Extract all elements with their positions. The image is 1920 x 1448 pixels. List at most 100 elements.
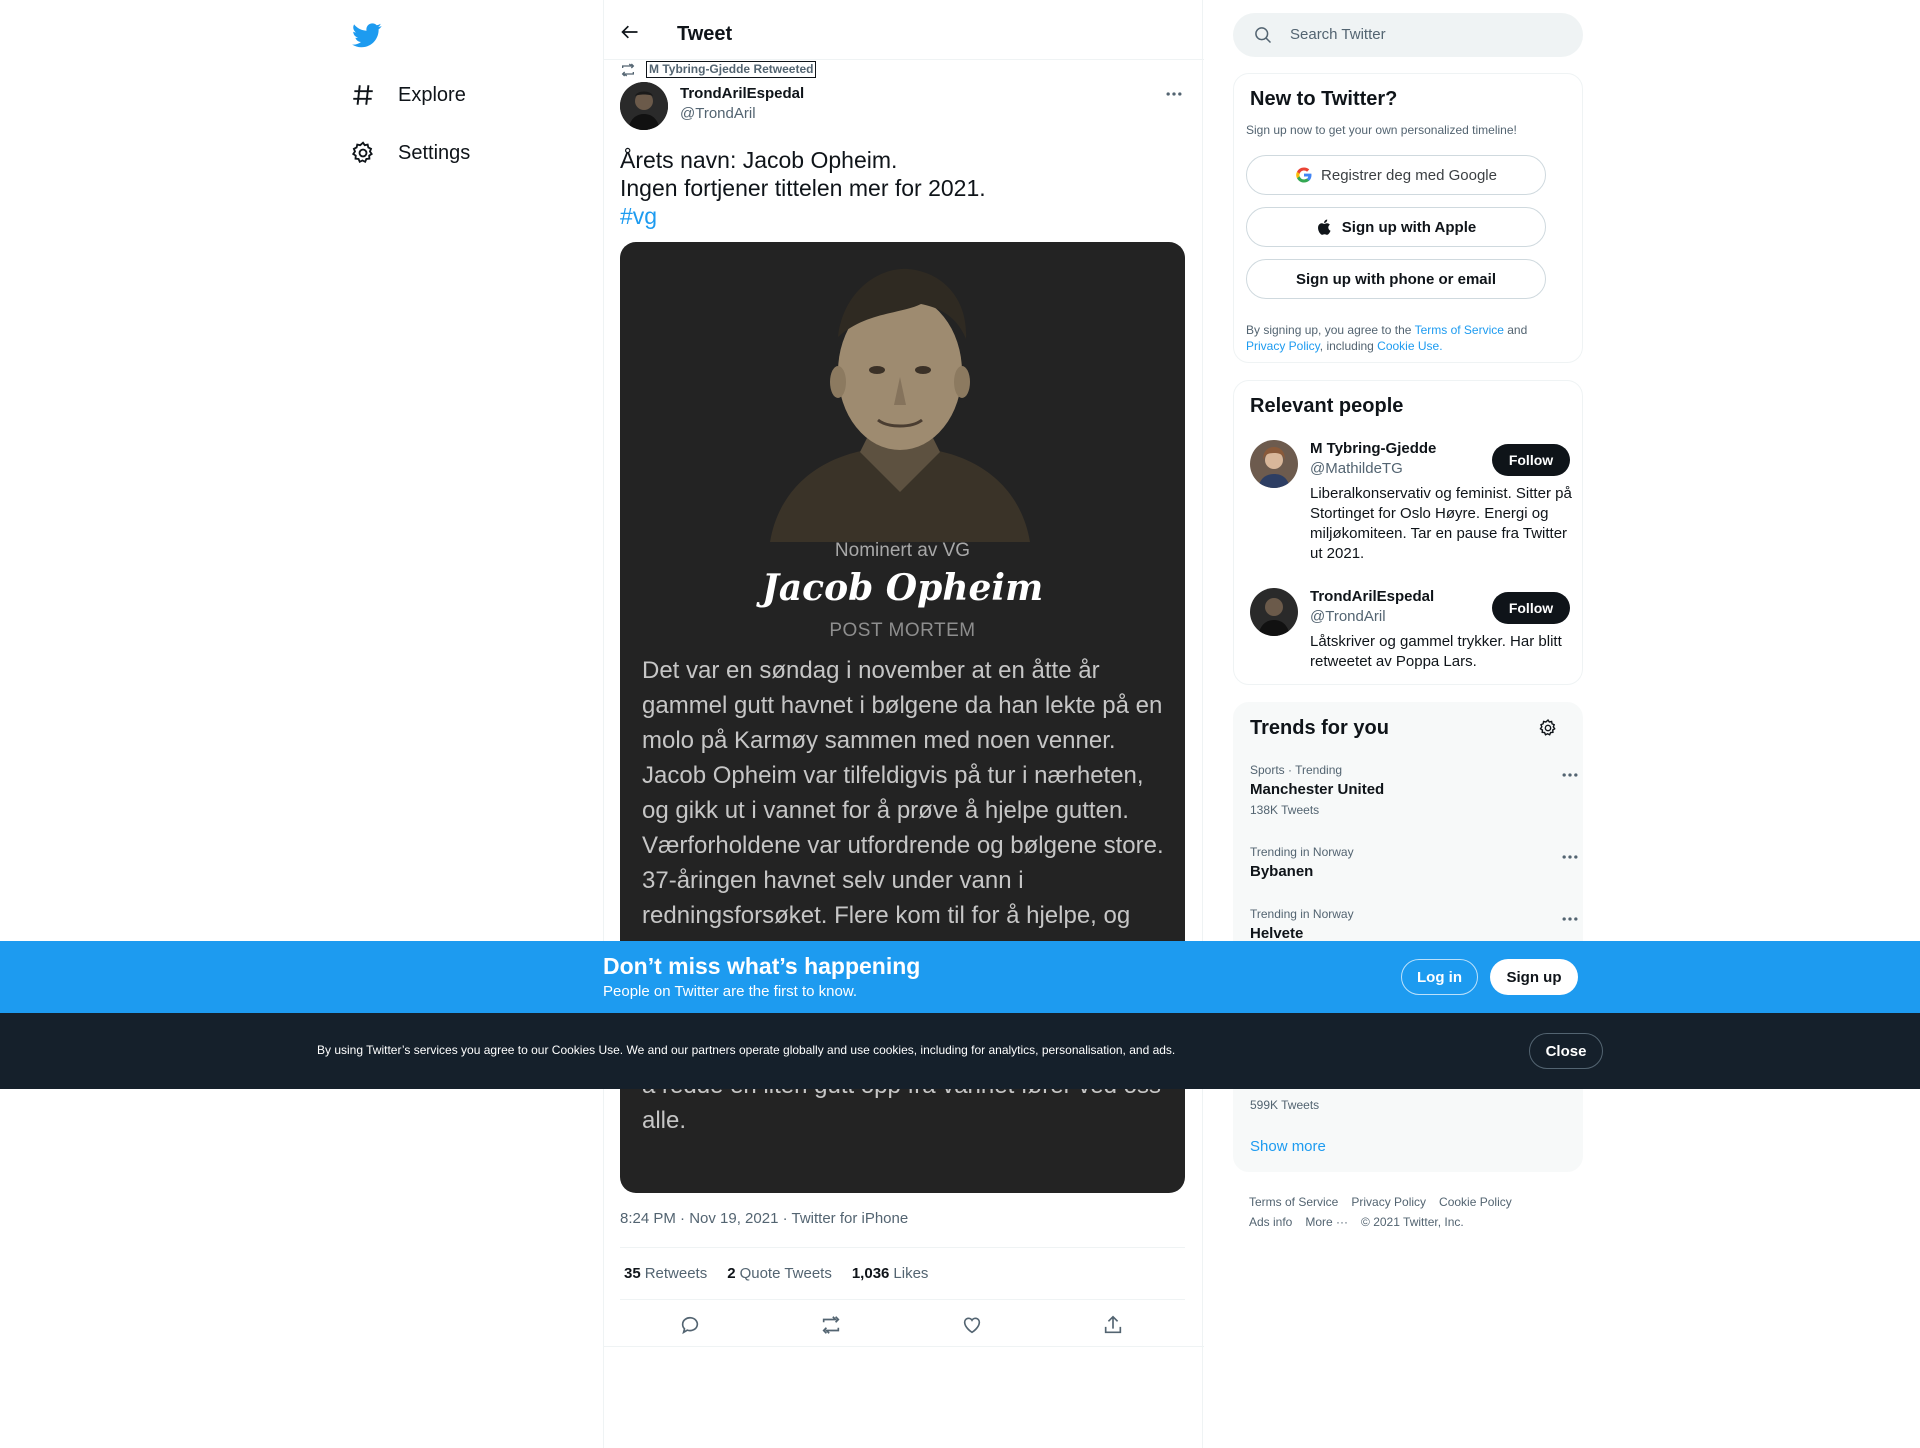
card-person-name: Jacob Opheim: [761, 567, 1044, 609]
tweet-stats: 35 Retweets 2 Quote Tweets 1,036 Likes: [624, 1265, 948, 1282]
retweets-stat[interactable]: 35 Retweets: [624, 1265, 707, 1282]
more-options-icon[interactable]: [1560, 909, 1580, 929]
phone-email-signup-button[interactable]: Sign up with phone or email: [1246, 259, 1546, 299]
search-bar[interactable]: Search Twitter: [1233, 13, 1583, 57]
google-icon: [1295, 166, 1313, 184]
tweet-text-line2: Ingen fortjener tittelen mer for 2021.: [620, 175, 986, 201]
google-signup-button[interactable]: Registrer deg med Google: [1246, 155, 1546, 195]
author-avatar[interactable]: [620, 82, 668, 130]
page-title: Tweet: [677, 23, 733, 45]
cookie-notice-text: By using Twitter’s services you agree to…: [317, 1043, 1176, 1057]
trend-context: Trending in Norway: [1250, 907, 1354, 921]
author-handle[interactable]: @TrondAril: [680, 105, 756, 122]
quotes-stat[interactable]: 2 Quote Tweets: [727, 1265, 832, 1282]
person-name[interactable]: M Tybring-Gjedde: [1310, 440, 1436, 457]
login-button[interactable]: Log in: [1401, 959, 1478, 995]
apple-signup-label: Sign up with Apple: [1341, 218, 1477, 236]
likes-count: 1,036: [851, 1265, 890, 1282]
privacy-policy-link[interactable]: Privacy Policy: [1246, 339, 1320, 353]
retweet-context[interactable]: M Tybring-Gjedde Retweeted: [620, 61, 817, 78]
signup-terms: By signing up, you agree to the Terms of…: [1246, 322, 1566, 354]
more-options-icon[interactable]: [1164, 84, 1184, 104]
person-avatar[interactable]: [1250, 588, 1298, 636]
cookie-close-button[interactable]: Close: [1529, 1033, 1603, 1069]
footer-tos-link[interactable]: Terms of Service: [1249, 1195, 1338, 1209]
relevant-people-title: Relevant people: [1250, 395, 1404, 417]
likes-stat[interactable]: 1,036 Likes: [852, 1265, 929, 1282]
trend-item[interactable]: 599K Tweets: [1250, 1093, 1570, 1112]
like-heart-icon[interactable]: [961, 1314, 983, 1336]
footer-copyright: © 2021 Twitter, Inc.: [1361, 1215, 1464, 1229]
more-options-icon[interactable]: [1560, 847, 1580, 867]
card-nominated-by: Nominert av VG: [834, 540, 971, 561]
apple-icon: [1316, 218, 1334, 236]
person-handle[interactable]: @MathildeTG: [1310, 460, 1403, 477]
cookie-use-link[interactable]: Cookie Use.: [1377, 339, 1442, 353]
person-name[interactable]: TrondArilEspedal: [1310, 588, 1434, 605]
retweeted-by-label[interactable]: M Tybring-Gjedde Retweeted: [646, 61, 817, 78]
tweet-text-line1: Årets navn: Jacob Opheim.: [620, 147, 898, 173]
apple-signup-button[interactable]: Sign up with Apple: [1246, 207, 1546, 247]
trend-item[interactable]: Trending in Norway Bybanen: [1250, 845, 1578, 880]
relevant-people-box: Relevant people M Tybring-Gjedde @Mathil…: [1233, 380, 1583, 685]
nav-settings-label: Settings: [398, 141, 471, 164]
phone-email-signup-label: Sign up with phone or email: [1295, 270, 1496, 288]
quotes-count: 2: [727, 1265, 736, 1282]
search-input[interactable]: Search Twitter: [1290, 26, 1386, 43]
trend-name: Helvete: [1250, 925, 1304, 942]
trend-item[interactable]: Sports · Trending Manchester United 138K…: [1250, 763, 1578, 817]
person-avatar[interactable]: [1250, 440, 1298, 488]
retweet-action-icon[interactable]: [820, 1314, 842, 1336]
hashtag-link[interactable]: #vg: [620, 202, 986, 230]
gear-icon: [350, 140, 376, 166]
person-handle[interactable]: @TrondAril: [1310, 608, 1386, 625]
new-to-twitter-subtitle: Sign up now to get your own personalized…: [1246, 123, 1517, 137]
tweet-header: Tweet: [604, 0, 1204, 60]
terms-and: and: [1503, 323, 1528, 337]
twitter-bird-logo-icon[interactable]: [352, 20, 382, 50]
signup-banner: Don’t miss what’s happening People on Tw…: [0, 941, 1920, 1013]
trend-count: 138K Tweets: [1250, 803, 1320, 817]
nav-explore-label: Explore: [398, 83, 466, 106]
footer-ads-link[interactable]: Ads info: [1249, 1215, 1292, 1229]
tweet-text: Årets navn: Jacob Opheim. Ingen fortjene…: [620, 146, 986, 230]
nav-explore[interactable]: Explore: [350, 75, 466, 115]
card-story-text: Det var en søndag i november at en åtte …: [642, 657, 1164, 929]
google-signup-label: Registrer deg med Google: [1321, 166, 1497, 184]
terms-including: , including: [1319, 339, 1378, 353]
trend-item[interactable]: Trending in Norway Helvete: [1250, 907, 1578, 942]
trend-name: Bybanen: [1250, 863, 1314, 880]
card-subtitle: POST MORTEM: [829, 620, 976, 641]
tweet-actions: [620, 1310, 1185, 1338]
sidebar-footer: Terms of Service Privacy Policy Cookie Pol…: [1249, 1192, 1579, 1232]
footer-privacy-link[interactable]: Privacy Policy: [1351, 1195, 1426, 1209]
terms-of-service-link[interactable]: Terms of Service: [1415, 323, 1504, 337]
footer-cookie-link[interactable]: Cookie Policy: [1439, 1195, 1512, 1209]
footer-more-link[interactable]: More ···: [1305, 1215, 1348, 1229]
trends-box: Trends for you Sports · Trending Manches…: [1233, 702, 1583, 1172]
quotes-label: Quote Tweets: [739, 1265, 832, 1282]
show-more-link[interactable]: Show more: [1250, 1138, 1326, 1155]
signup-button[interactable]: Sign up: [1490, 959, 1578, 995]
trends-settings-gear-icon[interactable]: [1538, 718, 1558, 738]
trend-count: 599K Tweets: [1250, 1098, 1320, 1112]
more-options-icon[interactable]: [1560, 765, 1580, 785]
person-bio: Låtskriver og gammel trykker. Har blitt …: [1310, 633, 1562, 670]
tweet-timestamp[interactable]: 8:24 PM · Nov 19, 2021 · Twitter for iPh…: [620, 1210, 908, 1227]
reply-icon[interactable]: [679, 1314, 701, 1336]
trends-title: Trends for you: [1250, 717, 1389, 739]
share-icon[interactable]: [1102, 1314, 1124, 1336]
terms-text: By signing up, you agree to the: [1246, 323, 1415, 337]
retweet-icon: [620, 62, 636, 78]
tweet-column: Tweet M Tybring-Gjedde Retweeted TrondAr…: [603, 0, 1204, 1448]
divider: [604, 1346, 1204, 1347]
divider: [620, 1299, 1185, 1300]
banner-subtitle: People on Twitter are the first to know.: [603, 983, 858, 1000]
follow-button[interactable]: Follow: [1492, 444, 1570, 476]
hashtag-icon: [350, 82, 376, 108]
follow-button[interactable]: Follow: [1492, 592, 1570, 624]
author-name[interactable]: TrondArilEspedal: [680, 85, 804, 102]
trend-context: Trending in Norway: [1250, 845, 1354, 859]
nav-settings[interactable]: Settings: [350, 133, 470, 173]
back-arrow-icon[interactable]: [620, 22, 640, 42]
